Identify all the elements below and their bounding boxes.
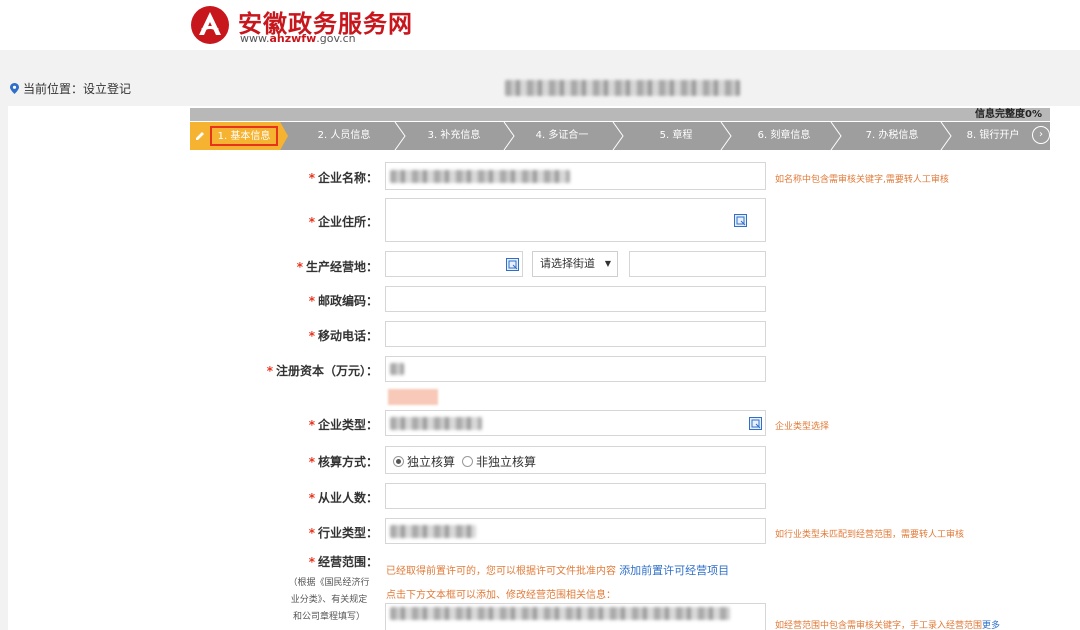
- step-supplement-info[interactable]: 3. 补充信息: [400, 122, 508, 150]
- step-charter[interactable]: 5. 章程: [622, 122, 730, 150]
- business-scope-note: （根据《国民经济行 业分类》、有关规定 和公司章程填写）: [288, 578, 370, 622]
- capital-warning-box: [388, 389, 438, 405]
- company-address-input[interactable]: [385, 198, 766, 242]
- employees-input[interactable]: [385, 483, 766, 509]
- breadcrumb-text: 当前位置：设立登记: [23, 82, 132, 96]
- postal-code-label: * 邮政编码：: [308, 294, 378, 308]
- business-scope-label: * 经营范围：: [308, 555, 378, 569]
- pencil-icon: [196, 132, 204, 140]
- step-multi-cert[interactable]: 4. 多证合一: [508, 122, 616, 150]
- location-pin-icon: [10, 83, 19, 94]
- breadcrumb: 当前位置：设立登记: [10, 80, 131, 97]
- completeness-label: 信息完整度0%: [975, 109, 1042, 120]
- business-place-input[interactable]: [385, 251, 523, 277]
- company-type-label: * 企业类型：: [308, 418, 378, 432]
- mobile-input[interactable]: [385, 321, 766, 347]
- completeness-bar: [190, 108, 1050, 121]
- address-picker-icon[interactable]: [734, 214, 747, 227]
- business-place-label: * 生产经营地：: [296, 260, 378, 274]
- postal-code-input[interactable]: [385, 286, 766, 312]
- business-place-picker-icon[interactable]: [506, 258, 519, 271]
- radio-independent-accounting[interactable]: 独立核算: [393, 453, 455, 470]
- step-nav: 1. 基本信息 2. 人员信息 3. 补充信息 4. 多证合一 5. 章程 6.…: [190, 122, 1050, 150]
- registered-capital-label: * 注册资本（万元）：: [266, 364, 378, 378]
- site-header: 安徽政务服务网 www.ahzwfw.gov.cn: [0, 0, 1080, 50]
- business-scope-hint: 如经营范围中包含需审核关键字，手工录入经营范围更多: [775, 621, 1001, 630]
- radio-unchecked-icon: [462, 456, 473, 467]
- step-separator-icon: [940, 122, 952, 150]
- step-personnel-info[interactable]: 2. 人员信息: [290, 122, 398, 150]
- company-type-hint: 企业类型选择: [775, 422, 830, 432]
- radio-non-independent-accounting[interactable]: 非独立核算: [462, 453, 536, 470]
- company-name-hint: 如名称中包含需审核关键字,需要转人工审核: [775, 175, 949, 185]
- site-url: www.ahzwfw.gov.cn: [240, 32, 356, 45]
- scope-edit-instruction: 点击下方文本框可以添加、修改经营范围相关信息：: [386, 590, 616, 601]
- redacted-title: [505, 80, 740, 96]
- step-basic-info-label[interactable]: 1. 基本信息: [210, 126, 278, 146]
- company-type-picker-icon[interactable]: [749, 417, 762, 430]
- street-select[interactable]: 请选择街道 ▼: [532, 251, 618, 277]
- mobile-label: * 移动电话：: [308, 329, 378, 343]
- add-permit-link[interactable]: 添加前置许可经营项目: [619, 564, 729, 577]
- registered-capital-input[interactable]: [385, 356, 766, 382]
- step-tax-info[interactable]: 7. 办税信息: [838, 122, 946, 150]
- more-link[interactable]: 更多: [982, 621, 1000, 630]
- site-logo-icon[interactable]: [190, 5, 230, 45]
- business-scope-value: [390, 607, 730, 620]
- industry-type-value: [390, 525, 476, 538]
- registered-capital-value: [390, 363, 404, 375]
- chevron-down-icon: ▼: [604, 259, 611, 268]
- permit-instruction: 已经取得前置许可的，您可以根据许可文件批准内容 添加前置许可经营项目: [386, 564, 730, 577]
- industry-type-hint: 如行业类型未匹配到经营范围，需要转人工审核: [775, 530, 965, 540]
- company-type-value: [390, 417, 482, 430]
- industry-type-label: * 行业类型：: [308, 526, 378, 540]
- company-name-value: [390, 170, 570, 183]
- radio-checked-icon: [393, 456, 404, 467]
- employees-label: * 从业人数：: [308, 491, 378, 505]
- step-seal-info[interactable]: 6. 刻章信息: [730, 122, 838, 150]
- accounting-label: * 核算方式：: [308, 455, 378, 469]
- business-place-detail-input[interactable]: [629, 251, 766, 277]
- company-address-label: * 企业住所：: [308, 215, 378, 229]
- company-name-label: * 企业名称：: [308, 171, 378, 185]
- step-bank-account[interactable]: 8. 银行开户: [954, 122, 1032, 150]
- next-step-arrow-icon[interactable]: ›: [1032, 126, 1050, 144]
